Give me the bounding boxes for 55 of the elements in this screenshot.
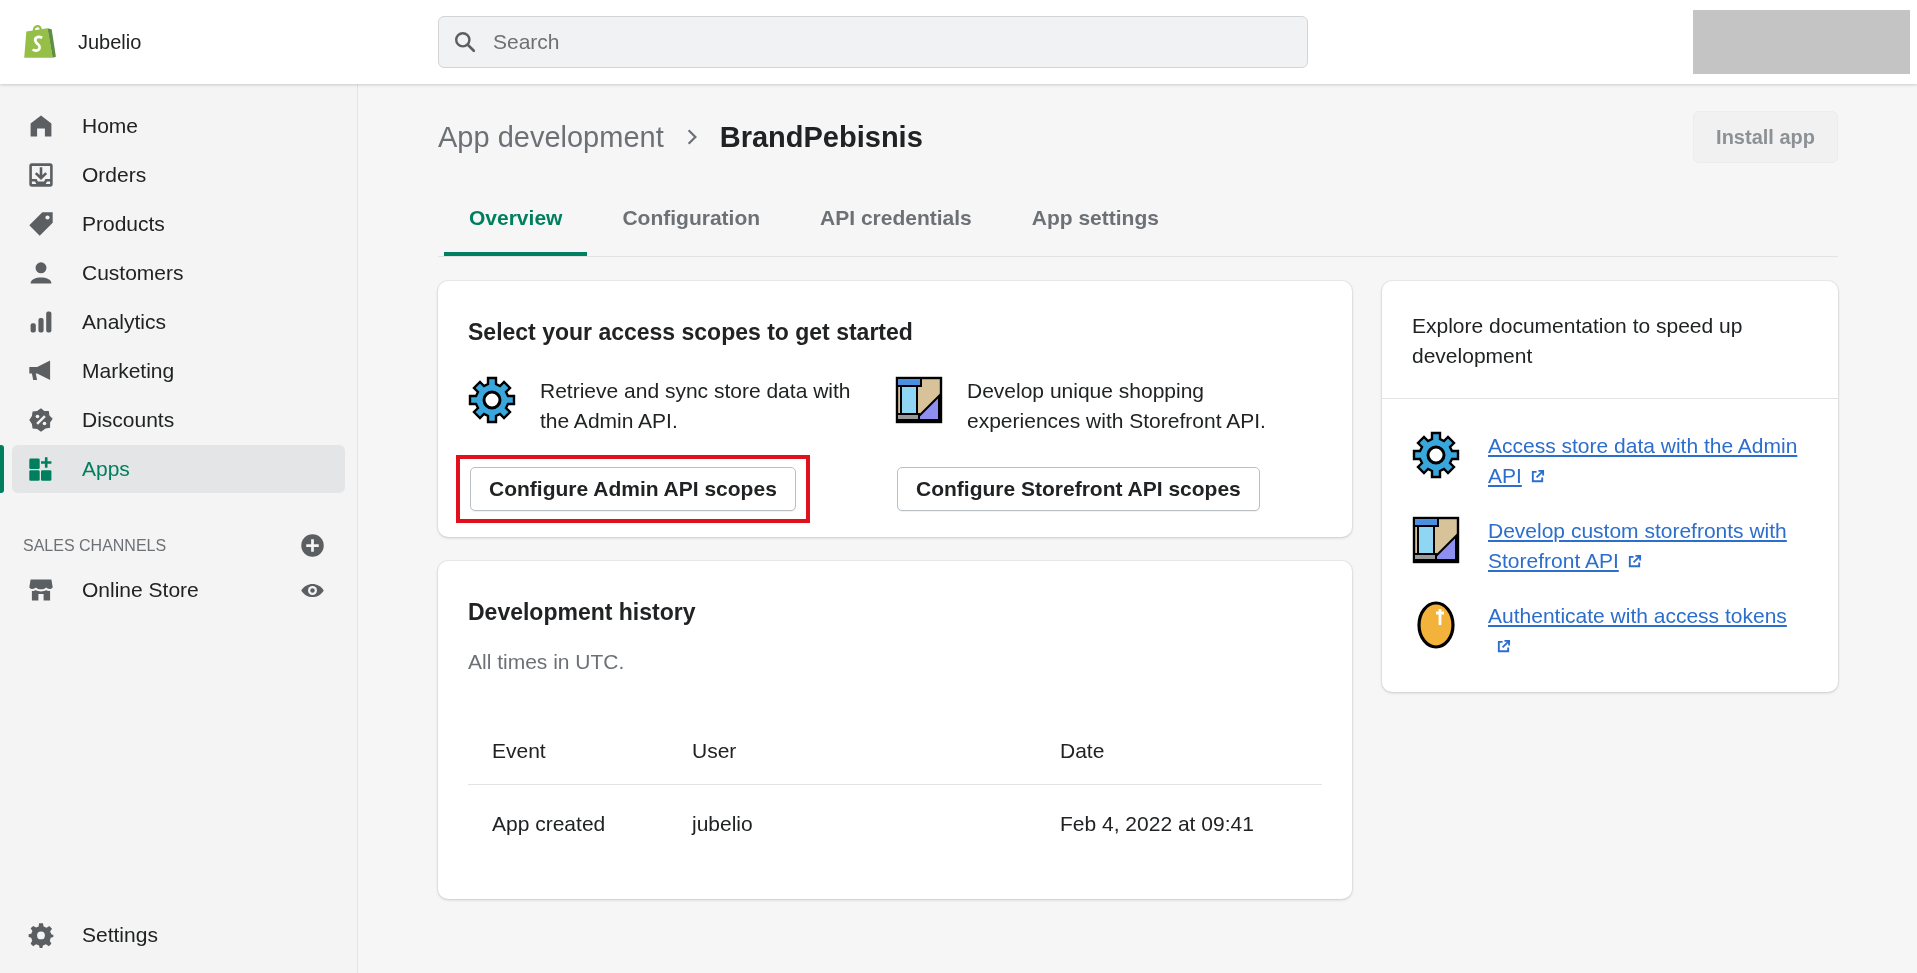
breadcrumb-link[interactable]: App development	[438, 120, 664, 154]
gear-icon	[468, 376, 516, 424]
configure-scopes-button[interactable]: Configure Storefront API scopes	[897, 466, 1260, 511]
chevron-right-icon	[685, 128, 698, 146]
scope-description: Develop unique shopping experiences with Storefront API.	[967, 378, 1267, 435]
documentation-link[interactable]: Access store data with the Admin API	[1488, 430, 1800, 492]
storefront-icon	[895, 376, 943, 424]
nav-item[interactable]: Orders	[12, 151, 345, 199]
external-link-icon	[1529, 469, 1545, 485]
documentation-link[interactable]: Authenticate with access tokens	[1488, 600, 1800, 662]
scope-description: Retrieve and sync store data with the Admin API.	[540, 378, 852, 435]
discount-badge-icon	[28, 407, 54, 433]
nav-item[interactable]: Customers	[12, 249, 345, 297]
table-cell-text: App created	[492, 811, 607, 836]
documentation-link[interactable]: Develop custom storefronts with Storefront API	[1488, 515, 1800, 577]
home-icon	[28, 113, 54, 139]
column-header: User	[692, 738, 738, 763]
tab[interactable]: Overview	[444, 188, 588, 256]
nav-item[interactable]: Discounts	[12, 396, 345, 444]
shopping-bag-logo-icon	[22, 23, 56, 61]
gear-icon	[1412, 430, 1460, 479]
page-title: BrandPebisnis	[719, 120, 923, 154]
nav-item[interactable]: Products	[12, 200, 345, 248]
bar-chart-icon	[28, 309, 54, 335]
card-subtitle: All times in UTC.	[468, 649, 626, 674]
table-cell-text: Feb 4, 2022 at 09:41	[1060, 811, 1255, 836]
search-field[interactable]: Search	[438, 16, 1308, 68]
section-heading: SALES CHANNELS	[23, 536, 167, 555]
card-title: Explore documentation to speed up development	[1412, 313, 1744, 370]
column-header: Date	[1060, 738, 1106, 763]
external-link-icon	[1496, 639, 1511, 655]
nav-item[interactable]: Online Store	[12, 566, 288, 614]
configure-scopes-button[interactable]: Configure Admin API scopes	[470, 466, 796, 511]
store-name: Jubelio	[78, 30, 142, 54]
apps-grid-icon	[28, 456, 54, 482]
tab[interactable]: App settings	[1006, 188, 1184, 256]
person-icon	[28, 260, 54, 286]
card-title: Development history	[468, 598, 697, 626]
tab[interactable]: Configuration	[597, 188, 786, 256]
add-circle-icon[interactable]	[300, 533, 325, 558]
search-icon	[454, 31, 476, 53]
storefront-icon	[1412, 515, 1460, 564]
external-link-icon	[1626, 554, 1642, 570]
settings-icon	[28, 922, 54, 948]
tab[interactable]: API credentials	[795, 188, 997, 256]
storefront-icon	[28, 577, 54, 603]
table-cell-text: jubelio	[692, 811, 754, 836]
inbox-icon	[28, 162, 54, 188]
nav-item[interactable]: Home	[12, 102, 345, 150]
settings-nav-item[interactable]: Settings	[12, 911, 345, 959]
nav-item[interactable]: Marketing	[12, 347, 345, 395]
column-header: Event	[492, 738, 547, 763]
nav-item[interactable]: Analytics	[12, 298, 345, 346]
card-title: Select your access scopes to get started	[468, 319, 914, 346]
tag-icon	[28, 211, 54, 237]
